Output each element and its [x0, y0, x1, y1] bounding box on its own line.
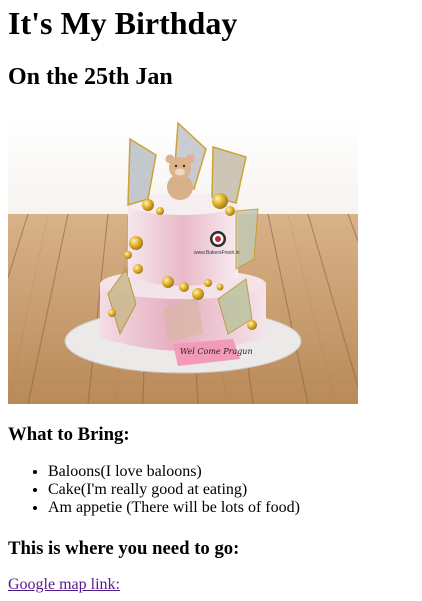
birthday-cake-image: www.BakersFresh.in Wel Come Pragun: [8, 119, 358, 404]
list-item: Cake(I'm really good at eating): [48, 481, 300, 499]
bakery-logo-badge: [210, 231, 226, 247]
event-date-heading: On the 25th Jan: [8, 64, 173, 90]
directions-heading: This is where you need to go:: [8, 538, 240, 559]
page-title: It's My Birthday: [8, 5, 238, 41]
google-map-link[interactable]: Google map link:: [8, 576, 120, 594]
bakery-watermark: www.BakersFresh.in: [194, 250, 240, 256]
welcome-tag-text: Wel Come Pragun: [180, 347, 253, 356]
bring-list: Baloons(I love baloons) Cake(I'm really …: [8, 463, 300, 517]
list-item: Baloons(I love baloons): [48, 463, 300, 481]
what-to-bring-heading: What to Bring:: [8, 424, 130, 445]
list-item: Am appetie (There will be lots of food): [48, 499, 300, 517]
